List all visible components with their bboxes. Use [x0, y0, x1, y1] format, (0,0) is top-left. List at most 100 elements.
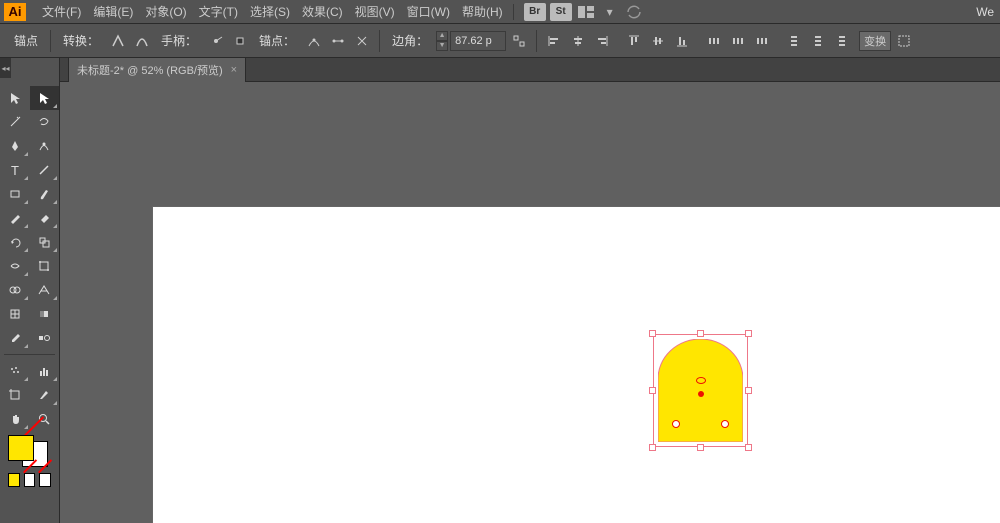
magic-wand-tool[interactable] [0, 110, 30, 134]
slice-tool[interactable] [30, 383, 60, 407]
menu-effect[interactable]: 效果(C) [296, 0, 349, 24]
gradient-mode-swatch[interactable] [24, 473, 36, 487]
distribute-h3-icon[interactable] [751, 29, 773, 53]
anchor-label: 锚点 [8, 32, 44, 49]
pencil-tool[interactable] [0, 206, 30, 230]
align-top-icon[interactable] [623, 29, 645, 53]
canvas[interactable] [60, 82, 1000, 523]
eraser-tool[interactable] [30, 206, 60, 230]
perspective-grid-tool[interactable] [30, 278, 60, 302]
workspace-label[interactable]: We [976, 5, 1000, 19]
rotate-tool[interactable] [0, 230, 30, 254]
line-tool[interactable] [30, 158, 60, 182]
resize-handle-br[interactable] [745, 444, 752, 451]
menu-type[interactable]: 文字(T) [193, 0, 244, 24]
lasso-tool[interactable] [30, 110, 60, 134]
fill-swatch[interactable] [8, 435, 34, 461]
scale-tool[interactable] [30, 230, 60, 254]
align-bottom-icon[interactable] [671, 29, 693, 53]
none-mode-swatch[interactable] [39, 473, 51, 487]
remove-anchor-icon[interactable] [303, 29, 325, 53]
type-tool[interactable]: T [0, 158, 30, 182]
handle-hide-icon[interactable] [229, 29, 251, 53]
convert-smooth-icon[interactable] [131, 29, 153, 53]
chevron-down-icon[interactable]: ▾ [600, 3, 620, 21]
transform-button[interactable]: 变换 [859, 31, 891, 51]
control-sep [50, 30, 51, 52]
rectangle-tool[interactable] [0, 182, 30, 206]
resize-handle-ml[interactable] [649, 387, 656, 394]
distribute-v3-icon[interactable] [831, 29, 853, 53]
distribute-h1-icon[interactable] [703, 29, 725, 53]
corner-stepper[interactable]: ▲▼ [436, 31, 448, 51]
free-transform-tool[interactable] [30, 254, 60, 278]
resize-handle-mr[interactable] [745, 387, 752, 394]
convert-corner-icon[interactable] [107, 29, 129, 53]
shape-builder-tool[interactable] [0, 278, 30, 302]
align-vcenter-icon[interactable] [647, 29, 669, 53]
selection-tool[interactable] [0, 86, 30, 110]
paintbrush-tool[interactable] [30, 182, 60, 206]
align-right-icon[interactable] [591, 29, 613, 53]
distribute-h2-icon[interactable] [727, 29, 749, 53]
direct-selection-tool[interactable] [30, 86, 60, 110]
blend-tool[interactable] [30, 326, 60, 350]
symbol-sprayer-tool[interactable] [0, 359, 30, 383]
connect-anchor-icon[interactable] [327, 29, 349, 53]
curvature-tool[interactable] [30, 134, 60, 158]
handle-label: 手柄： [155, 32, 203, 49]
eyedropper-tool[interactable] [0, 326, 30, 350]
column-graph-tool[interactable] [30, 359, 60, 383]
corner-value-field[interactable]: 87.62 p [450, 31, 506, 51]
tool-panel: T [0, 58, 60, 523]
document-tab-bar: 未标题-2* @ 52% (RGB/预览) × [60, 58, 1000, 82]
corner-options-icon[interactable] [508, 29, 530, 53]
menu-separator [513, 4, 514, 20]
resize-handle-tm[interactable] [697, 330, 704, 337]
menu-file[interactable]: 文件(F) [36, 0, 87, 24]
distribute-v2-icon[interactable] [807, 29, 829, 53]
color-mode-swatch[interactable] [8, 473, 20, 487]
control-bar: 锚点 转换： 手柄： 锚点： 边角： ▲▼ 87.62 p 变换 [0, 24, 1000, 58]
selected-shape[interactable] [653, 334, 748, 447]
close-icon[interactable]: × [231, 64, 237, 76]
svg-text:T: T [11, 163, 19, 177]
menu-help[interactable]: 帮助(H) [456, 0, 509, 24]
resize-handle-bm[interactable] [697, 444, 704, 451]
stock-badge[interactable]: St [550, 3, 572, 21]
arrange-docs-icon[interactable] [576, 3, 596, 21]
menu-select[interactable]: 选择(S) [244, 0, 296, 24]
pen-tool[interactable] [0, 134, 30, 158]
width-tool[interactable] [0, 254, 30, 278]
cut-path-icon[interactable] [351, 29, 373, 53]
panel-collapse-toggle[interactable]: ◂◂ [0, 58, 11, 78]
menu-window[interactable]: 窗口(W) [401, 0, 456, 24]
distribute-v1-icon[interactable] [783, 29, 805, 53]
corner-label: 边角： [386, 32, 434, 49]
resize-handle-bl[interactable] [649, 444, 656, 451]
menubar-right-icons: Br St ▾ [524, 3, 644, 21]
mesh-tool[interactable] [0, 302, 30, 326]
workspace: 未标题-2* @ 52% (RGB/预览) × [60, 58, 1000, 523]
align-hcenter-icon[interactable] [567, 29, 589, 53]
control-sep [536, 30, 537, 52]
sync-icon[interactable] [624, 3, 644, 21]
menu-object[interactable]: 对象(O) [139, 0, 192, 24]
convert-label: 转换： [57, 32, 105, 49]
main-area: T [0, 58, 1000, 523]
resize-handle-tl[interactable] [649, 330, 656, 337]
menu-view[interactable]: 视图(V) [349, 0, 401, 24]
resize-handle-tr[interactable] [745, 330, 752, 337]
hand-tool[interactable] [0, 407, 30, 431]
artboard-tool[interactable] [0, 383, 30, 407]
align-left-icon[interactable] [543, 29, 565, 53]
app-logo: Ai [4, 3, 26, 21]
isolate-icon[interactable] [893, 29, 915, 53]
menubar: Ai 文件(F) 编辑(E) 对象(O) 文字(T) 选择(S) 效果(C) 视… [0, 0, 1000, 24]
gradient-tool[interactable] [30, 302, 60, 326]
menu-edit[interactable]: 编辑(E) [87, 0, 139, 24]
selection-bounding-box [653, 334, 748, 447]
document-tab[interactable]: 未标题-2* @ 52% (RGB/预览) × [68, 57, 246, 82]
bridge-badge[interactable]: Br [524, 3, 546, 21]
handle-show-icon[interactable] [205, 29, 227, 53]
